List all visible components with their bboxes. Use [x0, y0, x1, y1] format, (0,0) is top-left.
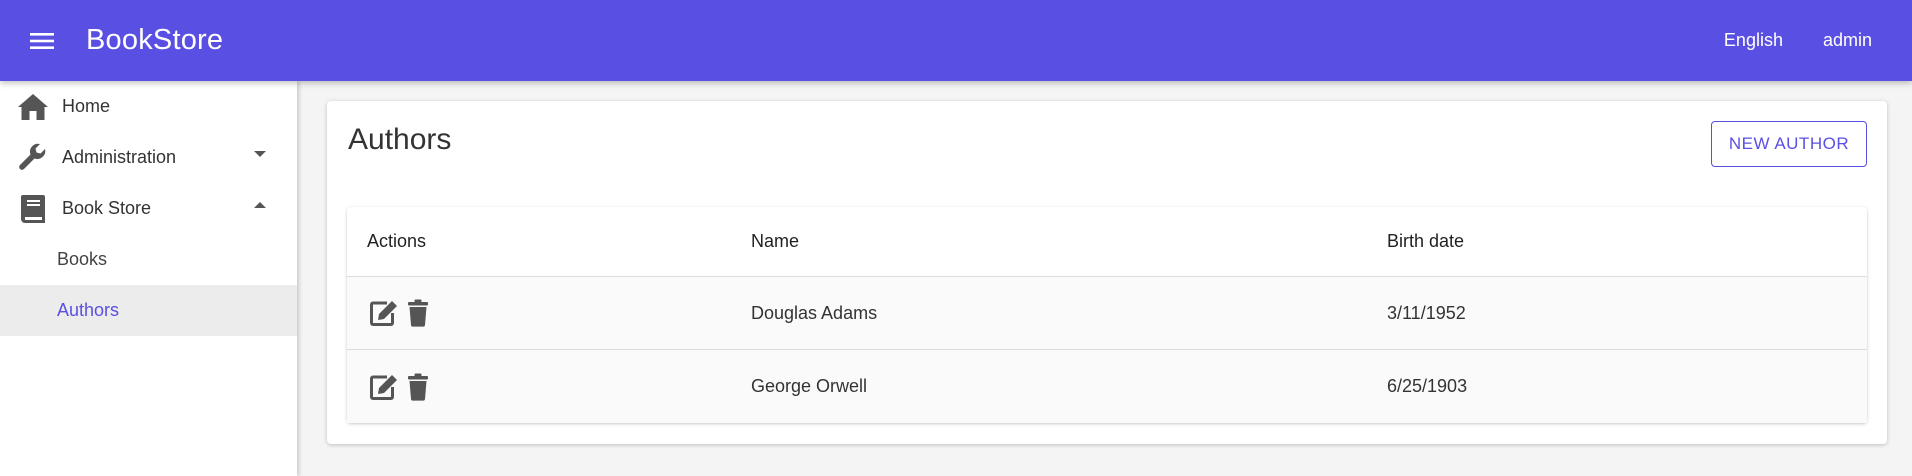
sidebar-item-label: Home: [62, 96, 111, 116]
user-menu[interactable]: admin: [1803, 20, 1892, 61]
author-birth-date-cell: 3/11/1952: [1387, 302, 1466, 323]
language-selector[interactable]: English: [1704, 20, 1803, 61]
authors-table: Actions Name Birth date Douglas Adams 3/…: [347, 207, 1867, 423]
author-name-cell: Douglas Adams: [751, 302, 878, 323]
app-title: BookStore: [86, 24, 224, 56]
sidebar-subitem-books[interactable]: Books: [0, 234, 297, 285]
caret-down-icon: [254, 151, 266, 157]
table-row: Douglas Adams 3/11/1952: [347, 277, 1867, 350]
delete-icon[interactable]: [403, 372, 433, 402]
sidebar: Home Administration Book Store Books Aut…: [0, 81, 297, 476]
menu-icon: [30, 32, 54, 49]
sidebar-item-label: Administration: [62, 147, 177, 167]
author-name-cell: George Orwell: [751, 376, 868, 396]
sidebar-item-label: Book Store: [62, 198, 152, 218]
caret-up-icon: [254, 202, 266, 208]
top-app-bar: BookStore English admin: [0, 0, 1912, 81]
author-birth-date-cell: 6/25/1903: [1387, 376, 1468, 396]
sidebar-subitem-authors[interactable]: Authors: [0, 285, 297, 336]
home-icon: [16, 90, 50, 124]
sidebar-item-home[interactable]: Home: [0, 81, 297, 132]
delete-icon[interactable]: [403, 298, 433, 328]
edit-icon[interactable]: [369, 298, 399, 328]
column-header-actions: Actions: [367, 231, 427, 251]
authors-card: Authors NEW AUTHOR Actions Name Birth da…: [327, 101, 1887, 444]
wrench-icon: [16, 141, 50, 175]
table-header-row: Actions Name Birth date: [347, 207, 1867, 277]
sidebar-item-administration[interactable]: Administration: [0, 132, 297, 183]
page-title: Authors: [348, 123, 452, 156]
column-header-birth-date[interactable]: Birth date: [1387, 231, 1867, 252]
edit-icon[interactable]: [369, 372, 399, 402]
hamburger-menu-button[interactable]: [20, 19, 64, 63]
book-icon: [16, 192, 50, 226]
table-row: George Orwell 6/25/1903: [347, 350, 1867, 423]
sidebar-item-book-store[interactable]: Book Store: [0, 183, 297, 234]
column-header-name[interactable]: Name: [751, 231, 1387, 252]
new-author-button[interactable]: NEW AUTHOR: [1711, 121, 1867, 167]
